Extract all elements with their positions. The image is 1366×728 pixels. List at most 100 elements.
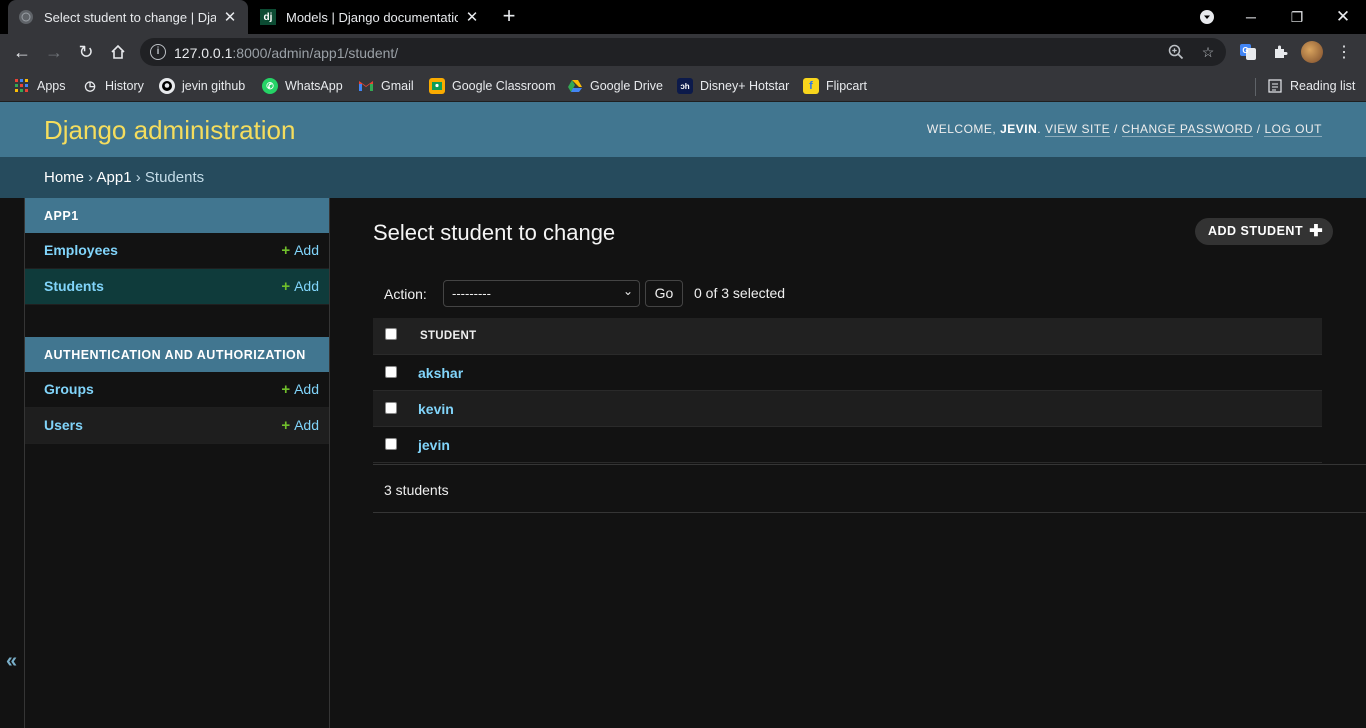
browser-tabstrip: Select student to change | Django ✕ dj M…: [0, 0, 1366, 34]
bookmarks-divider: [1255, 78, 1256, 96]
bookmark-label: Flipcart: [826, 79, 867, 93]
add-group-link[interactable]: + Add: [281, 381, 319, 398]
browser-menu-icon[interactable]: ⋮: [1334, 42, 1354, 62]
close-window-icon[interactable]: ✕: [1320, 0, 1366, 34]
add-student-button[interactable]: ADD STUDENT ✚: [1195, 218, 1334, 245]
action-selected-value: ---------: [452, 286, 491, 301]
collapse-sidebar-icon[interactable]: «: [6, 650, 17, 673]
forward-icon[interactable]: →: [40, 38, 68, 66]
tab-search-icon[interactable]: [1184, 0, 1230, 34]
plus-icon: +: [281, 242, 291, 259]
result-list: STUDENT akshar kevin jevin: [373, 318, 1322, 463]
user-tools: WELCOME, JEVIN. VIEW SITE / CHANGE PASSW…: [926, 122, 1322, 137]
welcome-text: WELCOME,: [926, 122, 997, 136]
new-tab-icon[interactable]: +: [498, 5, 520, 27]
breadcrumb: Home › App1 › Students: [0, 157, 1366, 198]
student-link[interactable]: jevin: [418, 437, 450, 453]
row-checkbox[interactable]: [385, 366, 397, 378]
actions-bar: Action: --------- ⌄ Go 0 of 3 selected: [373, 278, 1322, 310]
add-employee-link[interactable]: + Add: [281, 242, 319, 259]
tab-title: Models | Django documentation: [286, 9, 458, 25]
bookmark-history[interactable]: ◷ History: [82, 76, 144, 96]
bookmark-flipcart[interactable]: f Flipcart: [803, 76, 867, 96]
restore-icon[interactable]: ❐: [1274, 0, 1320, 34]
url-text: 127.0.0.1:8000/admin/app1/student/: [174, 45, 399, 61]
bookmark-jevin-github[interactable]: jevin github: [159, 76, 245, 96]
browser-toolbar: ← → ↻ i 127.0.0.1:8000/admin/app1/studen…: [0, 34, 1366, 70]
whatsapp-icon: ✆: [262, 78, 278, 94]
add-user-link[interactable]: + Add: [281, 417, 319, 434]
sidebar-item-users[interactable]: Users + Add: [25, 408, 329, 444]
breadcrumb-home[interactable]: Home: [44, 169, 84, 186]
reading-list-icon: [1267, 78, 1283, 94]
bookmark-gmail[interactable]: Gmail: [358, 76, 414, 96]
sidebar-item-students[interactable]: Students + Add: [25, 269, 329, 305]
tab-title: Select student to change | Django: [44, 9, 216, 25]
plus-icon: +: [281, 381, 291, 398]
selection-counter: 0 of 3 selected: [694, 285, 786, 301]
module-caption[interactable]: AUTHENTICATION AND AUTHORIZATION: [25, 337, 329, 372]
bookmark-google-drive[interactable]: Google Drive: [567, 76, 663, 96]
site-branding[interactable]: Django administration: [44, 115, 295, 146]
table-row: akshar: [373, 355, 1322, 391]
admin-header: Django administration WELCOME, JEVIN. VI…: [0, 102, 1366, 157]
select-all-checkbox[interactable]: [385, 328, 397, 340]
github-icon: [159, 78, 175, 94]
model-link-users[interactable]: Users: [44, 417, 83, 433]
bookmark-apps[interactable]: Apps: [14, 76, 66, 96]
reading-list[interactable]: Reading list: [1267, 76, 1355, 96]
student-link[interactable]: kevin: [418, 401, 454, 417]
module-caption[interactable]: APP1: [25, 198, 329, 233]
sidebar-toggle-strip[interactable]: «: [0, 198, 25, 728]
address-bar[interactable]: i 127.0.0.1:8000/admin/app1/student/ ☆: [140, 38, 1226, 66]
plus-icon: ✚: [1309, 223, 1324, 240]
extensions-puzzle-icon[interactable]: [1270, 42, 1290, 62]
bookmark-disney-hotstar[interactable]: ɔh Disney+ Hotstar: [677, 76, 789, 96]
svg-text:G: G: [1242, 46, 1248, 55]
bookmarks-bar: Apps ◷ History jevin github ✆ WhatsApp G…: [0, 70, 1366, 102]
row-checkbox[interactable]: [385, 402, 397, 414]
row-checkbox[interactable]: [385, 438, 397, 450]
bookmark-label: Google Classroom: [452, 79, 556, 93]
breadcrumb-app1[interactable]: App1: [97, 169, 132, 186]
bookmark-label: Disney+ Hotstar: [700, 79, 790, 93]
tab-django-docs[interactable]: dj Models | Django documentation ✕: [250, 0, 490, 34]
model-link-employees[interactable]: Employees: [44, 242, 118, 258]
close-tab-icon[interactable]: ✕: [464, 8, 480, 26]
zoom-icon[interactable]: [1168, 44, 1184, 60]
main-content: Select student to change ADD STUDENT ✚ A…: [330, 198, 1366, 728]
back-icon[interactable]: ←: [8, 38, 36, 66]
globe-icon: [18, 9, 34, 25]
bookmark-label: jevin github: [182, 79, 246, 93]
site-info-icon[interactable]: i: [150, 44, 166, 60]
home-icon[interactable]: [104, 38, 132, 66]
log-out-link[interactable]: LOG OUT: [1264, 122, 1322, 137]
add-student-link[interactable]: + Add: [281, 278, 319, 295]
change-password-link[interactable]: CHANGE PASSWORD: [1121, 122, 1253, 137]
profile-avatar-icon[interactable]: [1301, 41, 1323, 63]
reload-icon[interactable]: ↻: [72, 38, 100, 66]
google-translate-icon[interactable]: G: [1238, 42, 1258, 62]
bookmark-google-classroom[interactable]: Google Classroom: [429, 76, 556, 96]
student-link[interactable]: akshar: [418, 365, 463, 381]
module-auth: AUTHENTICATION AND AUTHORIZATION Groups …: [25, 337, 329, 444]
page-title: Select student to change: [373, 220, 616, 245]
table-row: kevin: [373, 391, 1322, 427]
sidebar-item-groups[interactable]: Groups + Add: [25, 372, 329, 408]
sidebar-item-employees[interactable]: Employees + Add: [25, 233, 329, 269]
bookmark-whatsapp[interactable]: ✆ WhatsApp: [262, 76, 343, 96]
chevron-down-icon: ⌄: [622, 284, 633, 298]
tab-active[interactable]: Select student to change | Django ✕: [8, 0, 248, 34]
action-select[interactable]: --------- ⌄: [443, 280, 640, 307]
column-header-student[interactable]: STUDENT: [420, 330, 476, 342]
go-button[interactable]: Go: [645, 280, 683, 307]
close-tab-icon[interactable]: ✕: [222, 8, 238, 26]
view-site-link[interactable]: VIEW SITE: [1044, 122, 1111, 137]
model-link-groups[interactable]: Groups: [44, 381, 94, 397]
minimize-icon[interactable]: ─: [1228, 0, 1274, 34]
history-icon: ◷: [84, 78, 96, 93]
table-header: STUDENT: [373, 318, 1322, 355]
bookmark-label: History: [105, 79, 144, 93]
model-link-students[interactable]: Students: [44, 278, 104, 294]
bookmark-star-icon[interactable]: ☆: [1200, 44, 1216, 60]
